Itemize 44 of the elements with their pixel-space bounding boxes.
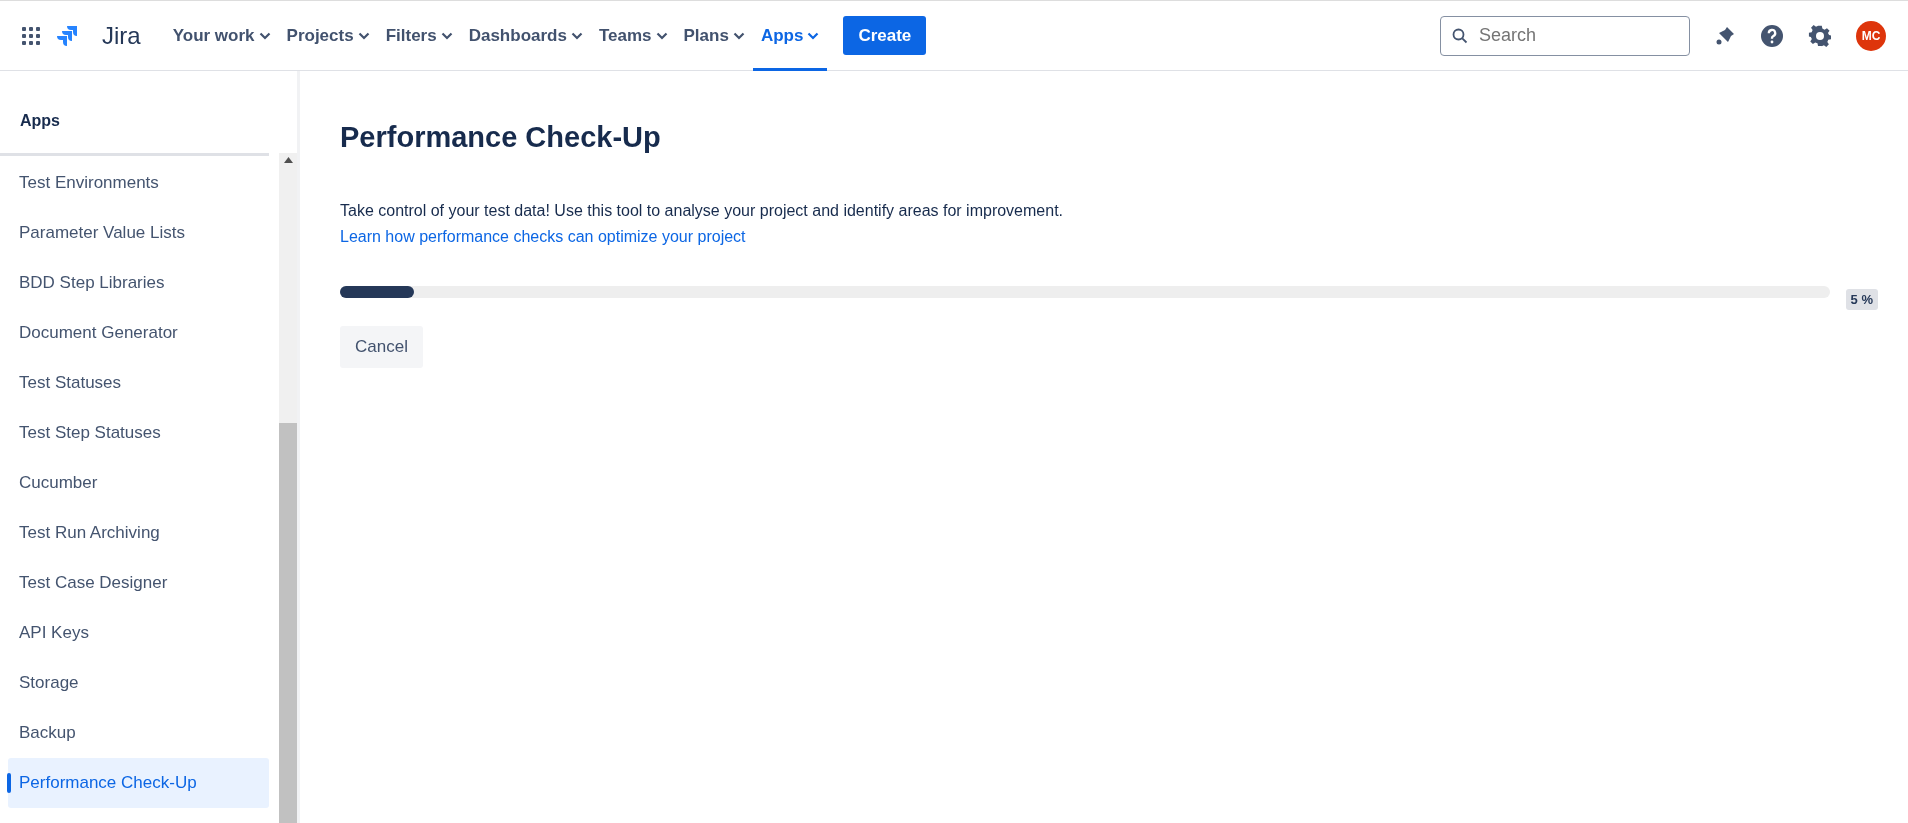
nav-menu-item[interactable]: Projects [278, 0, 378, 71]
sidebar-item[interactable]: Parameter Value Lists [8, 208, 269, 258]
settings-icon[interactable] [1808, 23, 1832, 48]
chevron-down-icon [655, 31, 668, 40]
sidebar-item[interactable]: Test Environments [8, 158, 269, 208]
sidebar-item[interactable]: Test Statuses [8, 358, 269, 408]
description-text: Take control of your test data! Use this tool to analyse your project and identify areas for improvement. [340, 200, 1065, 221]
page-title: Performance Check-Up [340, 120, 662, 155]
notification-bell-icon[interactable] [1714, 24, 1736, 47]
help-link[interactable]: Learn how performance checks can optimize your project [340, 224, 746, 249]
user-avatar[interactable]: MC [1856, 20, 1886, 51]
nav-menu-item[interactable]: Teams [590, 0, 676, 71]
chevron-down-icon [570, 31, 583, 40]
sidebar-item[interactable]: Backup [8, 708, 269, 758]
help-icon[interactable] [1760, 23, 1784, 48]
chevron-down-icon [357, 31, 370, 40]
progress-percentage: 5 % [1845, 288, 1878, 311]
nav-menu-item[interactable]: Plans [675, 0, 753, 71]
sidebar-item[interactable]: Test Case Designer [8, 558, 269, 608]
cancel-button[interactable]: Cancel [340, 326, 423, 368]
sidebar-item[interactable]: Test Step Statuses [8, 408, 269, 458]
chevron-down-icon [732, 31, 745, 40]
logo-icon[interactable] [56, 24, 78, 47]
sidebar-heading: Apps [19, 111, 61, 131]
sidebar-item[interactable]: API Keys [8, 608, 269, 658]
chevron-down-icon [807, 31, 820, 40]
nav-menu-item[interactable]: Dashboards [460, 0, 591, 71]
scroll-up-icon[interactable] [283, 157, 293, 163]
sidebar-item[interactable]: Performance Check-Up [8, 758, 269, 808]
chevron-down-icon [440, 31, 453, 40]
scrollbar[interactable] [279, 153, 297, 823]
nav-menu-item[interactable]: Filters [377, 0, 461, 71]
create-button[interactable]: Create [843, 15, 927, 56]
nav-menu-item[interactable]: Your work [164, 0, 279, 71]
product-name: Jira [102, 20, 141, 51]
search-field[interactable]: Search [1440, 15, 1690, 56]
sidebar-item[interactable]: BDD Step Libraries [8, 258, 269, 308]
sidebar-item[interactable]: Cucumber [8, 458, 269, 508]
selection-indicator [7, 773, 11, 793]
sidebar-item[interactable]: Storage [8, 658, 269, 708]
sidebar-item[interactable]: Document Generator [8, 308, 269, 358]
sidebar-item[interactable]: Test Run Archiving [8, 508, 269, 558]
chevron-down-icon [258, 31, 271, 40]
nav-menu-item[interactable]: Apps [752, 0, 828, 71]
